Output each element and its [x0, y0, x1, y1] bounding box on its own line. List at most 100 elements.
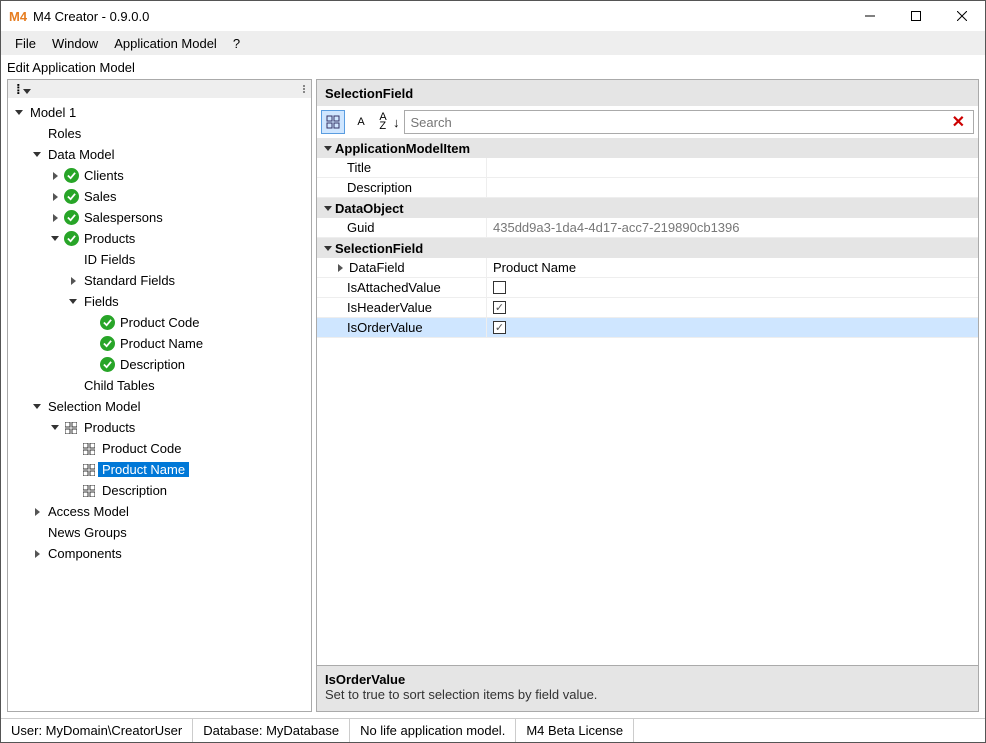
document-tab-row: Edit Application Model: [1, 55, 985, 79]
svg-text:M4: M4: [9, 9, 27, 24]
grid-icon: [80, 464, 98, 476]
expander-icon[interactable]: [48, 214, 62, 222]
expander-icon[interactable]: [66, 299, 80, 304]
expander-icon[interactable]: [48, 172, 62, 180]
app-logo-icon: M4: [9, 7, 27, 25]
status-app-model: No life application model.: [350, 719, 516, 742]
sort-down-icon: ↓: [393, 115, 400, 130]
minimize-button[interactable]: [847, 1, 893, 31]
check-icon: [100, 336, 115, 351]
tree-node-data-model[interactable]: Data Model: [44, 147, 118, 162]
tree-node-id-fields[interactable]: ID Fields: [80, 252, 139, 267]
window-title: M4 Creator - 0.9.0.0: [33, 9, 847, 24]
property-search[interactable]: ✕: [404, 110, 975, 134]
categorized-button[interactable]: [321, 110, 345, 134]
app-window: M4 M4 Creator - 0.9.0.0 File Window Appl…: [0, 0, 986, 743]
tree-node-sales[interactable]: Sales: [80, 189, 121, 204]
checkbox[interactable]: [493, 281, 506, 294]
tree-node-product-code[interactable]: Product Code: [116, 315, 204, 330]
tree-node-description[interactable]: Description: [116, 357, 189, 372]
check-icon: [64, 210, 79, 225]
check-icon: [64, 231, 79, 246]
tree-node-components[interactable]: Components: [44, 546, 126, 561]
status-bar: User: MyDomain\CreatorUser Database: MyD…: [1, 718, 985, 742]
tree-node-clients[interactable]: Clients: [80, 168, 128, 183]
expander-icon[interactable]: [30, 152, 44, 157]
property-grid[interactable]: ApplicationModelItem Title Description D…: [317, 138, 978, 665]
sort-alpha-button[interactable]: A: [349, 110, 373, 134]
checkbox[interactable]: [493, 301, 506, 314]
property-row-isattached[interactable]: IsAttachedValue: [317, 278, 978, 298]
model-tree[interactable]: Model 1 Roles Data Model Clients Sales S…: [8, 98, 311, 711]
tree-node-sel-product-code[interactable]: Product Code: [98, 441, 186, 456]
expander-icon[interactable]: [30, 550, 44, 558]
main-area: ⁞ Model 1 Roles Data Model Clients: [1, 79, 985, 718]
property-row-guid[interactable]: Guid435dd9a3-1da4-4d17-acc7-219890cb1396: [317, 218, 978, 238]
tree-node-news-groups[interactable]: News Groups: [44, 525, 131, 540]
description-text: Set to true to sort selection items by f…: [325, 687, 970, 702]
check-icon: [100, 315, 115, 330]
tree-node-salespersons[interactable]: Salespersons: [80, 210, 167, 225]
menu-window[interactable]: Window: [44, 34, 106, 53]
status-license: M4 Beta License: [516, 719, 634, 742]
expander-icon[interactable]: [30, 404, 44, 409]
property-toolbar: A AZ ↓ ✕: [317, 106, 978, 138]
property-header: SelectionField: [317, 80, 978, 106]
tree-node-model[interactable]: Model 1: [26, 105, 80, 120]
expander-icon[interactable]: [333, 264, 347, 272]
status-user: User: MyDomain\CreatorUser: [1, 719, 193, 742]
grid-icon: [80, 443, 98, 455]
tree-node-sel-products[interactable]: Products: [80, 420, 139, 435]
tree-node-access-model[interactable]: Access Model: [44, 504, 133, 519]
tree-node-child-tables[interactable]: Child Tables: [80, 378, 159, 393]
expander-icon[interactable]: [48, 193, 62, 201]
tree-node-selection-model[interactable]: Selection Model: [44, 399, 145, 414]
tree-panel: ⁞ Model 1 Roles Data Model Clients: [7, 79, 312, 712]
expander-icon[interactable]: [66, 277, 80, 285]
tree-node-products[interactable]: Products: [80, 231, 139, 246]
expander-icon[interactable]: [30, 508, 44, 516]
tree-node-product-name[interactable]: Product Name: [116, 336, 207, 351]
tree-node-sel-product-name[interactable]: Product Name: [98, 462, 189, 477]
menu-file[interactable]: File: [7, 34, 44, 53]
status-database: Database: MyDatabase: [193, 719, 350, 742]
menu-application-model[interactable]: Application Model: [106, 34, 225, 53]
property-description: IsOrderValue Set to true to sort selecti…: [317, 665, 978, 711]
clear-search-icon[interactable]: ✕: [948, 112, 969, 132]
expander-icon[interactable]: [48, 425, 62, 430]
tree-node-roles[interactable]: Roles: [44, 126, 85, 141]
expander-icon[interactable]: [48, 236, 62, 241]
toolbar-grip-icon: [301, 85, 307, 93]
close-button[interactable]: [939, 1, 985, 31]
tree-toolbar-dropdown[interactable]: ⁞: [12, 81, 35, 97]
property-row-isheader[interactable]: IsHeaderValue: [317, 298, 978, 318]
document-tab-label: Edit Application Model: [7, 60, 979, 75]
category-row[interactable]: SelectionField: [317, 238, 978, 258]
menu-help[interactable]: ?: [225, 34, 248, 53]
expander-icon[interactable]: [321, 206, 335, 211]
category-label: ApplicationModelItem: [335, 141, 470, 156]
property-row-isorder[interactable]: IsOrderValue: [317, 318, 978, 338]
check-icon: [64, 168, 79, 183]
sort-az-icon[interactable]: AZ: [377, 113, 389, 131]
grid-icon: [80, 485, 98, 497]
expander-icon[interactable]: [12, 110, 26, 115]
category-label: SelectionField: [335, 241, 423, 256]
property-row-datafield[interactable]: DataFieldProduct Name: [317, 258, 978, 278]
category-row[interactable]: DataObject: [317, 198, 978, 218]
checkbox[interactable]: [493, 321, 506, 334]
tree-node-sel-description[interactable]: Description: [98, 483, 171, 498]
expander-icon[interactable]: [321, 146, 335, 151]
tree-node-standard-fields[interactable]: Standard Fields: [80, 273, 179, 288]
check-icon: [100, 357, 115, 372]
property-panel: SelectionField A AZ ↓ ✕ ApplicationModel…: [316, 79, 979, 712]
maximize-button[interactable]: [893, 1, 939, 31]
property-row-title[interactable]: Title: [317, 158, 978, 178]
search-input[interactable]: [409, 114, 948, 131]
grid-icon: [62, 422, 80, 434]
tree-node-fields[interactable]: Fields: [80, 294, 123, 309]
property-row-description[interactable]: Description: [317, 178, 978, 198]
menubar: File Window Application Model ?: [1, 31, 985, 55]
expander-icon[interactable]: [321, 246, 335, 251]
category-row[interactable]: ApplicationModelItem: [317, 138, 978, 158]
